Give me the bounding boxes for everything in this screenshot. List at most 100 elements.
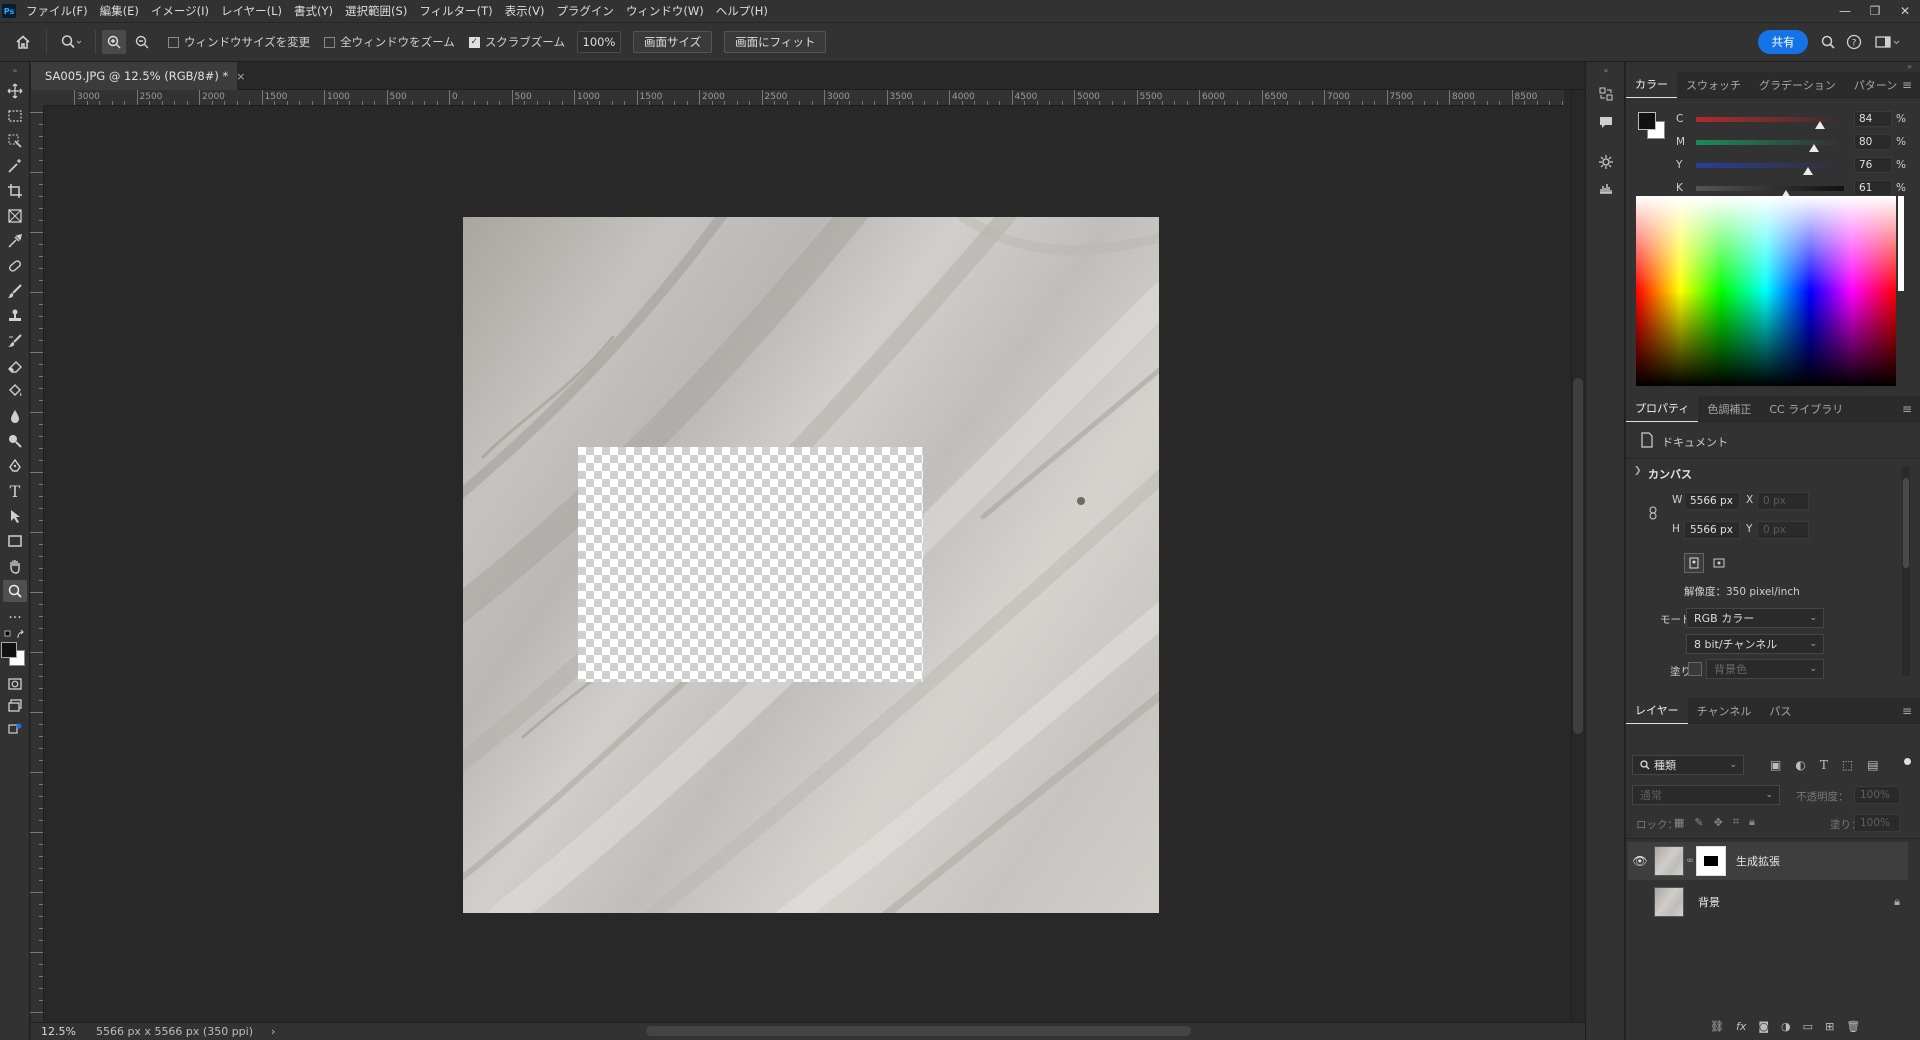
- x-field[interactable]: 0 px: [1757, 492, 1809, 510]
- fill-opacity-field[interactable]: 100%: [1854, 814, 1900, 832]
- slider-track[interactable]: [1696, 185, 1844, 198]
- menu-image[interactable]: イメージ(I): [151, 3, 209, 19]
- spectrum-white-black-bar[interactable]: [1898, 196, 1904, 386]
- move-tool-icon[interactable]: [3, 80, 27, 102]
- tab-color[interactable]: カラー: [1626, 71, 1677, 98]
- comments-panel-icon[interactable]: [1596, 112, 1616, 132]
- frame-tool-icon[interactable]: [3, 205, 27, 227]
- delete-layer-icon[interactable]: 🗑︎: [1846, 1020, 1860, 1033]
- fit-screen-button[interactable]: 画面にフィット: [724, 31, 827, 53]
- document-tab[interactable]: SA005.JPG @ 12.5% (RGB/8#) * ×: [31, 62, 245, 90]
- eye-icon[interactable]: 👁︎: [1628, 854, 1652, 868]
- menu-type[interactable]: 書式(Y): [294, 3, 333, 19]
- tab-adjustments[interactable]: 色調補正: [1698, 396, 1760, 422]
- adjustments-panel-icon[interactable]: [1596, 152, 1616, 172]
- healing-brush-icon[interactable]: [3, 255, 27, 277]
- collapse-panels-icon[interactable]: »: [1907, 62, 1912, 71]
- collapse-strip-icon[interactable]: «: [1596, 66, 1616, 75]
- crop-tool-icon[interactable]: [3, 180, 27, 202]
- properties-scroll-thumb[interactable]: [1903, 478, 1909, 568]
- slider-track[interactable]: [1696, 139, 1844, 152]
- slider-thumb[interactable]: [1803, 166, 1814, 175]
- chevron-down-icon[interactable]: ❯: [1634, 466, 1642, 476]
- horizontal-scroll-thumb[interactable]: [646, 1026, 1191, 1036]
- marquee-tool-icon[interactable]: [3, 105, 27, 127]
- rectangle-tool-icon[interactable]: [3, 530, 27, 552]
- zoom-percent-field[interactable]: 100%: [576, 31, 621, 53]
- layer-filter-dropdown[interactable]: 種類 ⌄: [1632, 755, 1744, 775]
- tab-layers[interactable]: レイヤー: [1626, 697, 1688, 724]
- filter-toggle-icon[interactable]: [1904, 758, 1911, 765]
- eraser-icon[interactable]: [3, 355, 27, 377]
- slider-thumb[interactable]: [1815, 120, 1826, 129]
- zoom-in-icon[interactable]: [102, 30, 126, 54]
- lock-paint-icon[interactable]: ✎: [1694, 816, 1703, 829]
- slider-value-field[interactable]: 80: [1854, 134, 1892, 150]
- object-selection-tool-icon[interactable]: [3, 130, 27, 152]
- zoom-level[interactable]: 12.5%: [41, 1025, 76, 1038]
- opacity-field[interactable]: 100%: [1854, 786, 1900, 804]
- tab-paths[interactable]: パス: [1760, 698, 1800, 724]
- lock-artboard-icon[interactable]: ⌗: [1733, 815, 1739, 829]
- slider-value-field[interactable]: 61: [1854, 180, 1892, 196]
- document-canvas-marble-image[interactable]: [463, 217, 1159, 913]
- histogram-panel-icon[interactable]: [1596, 177, 1616, 197]
- slider-value-field[interactable]: 84: [1854, 111, 1892, 127]
- fill-color-swatch[interactable]: [1688, 662, 1702, 676]
- layer-name[interactable]: 生成拡張: [1736, 853, 1780, 869]
- mask-link-icon[interactable]: ∞: [1684, 856, 1696, 866]
- new-adjustment-icon[interactable]: ◑: [1781, 1020, 1791, 1033]
- width-field[interactable]: 5566 px: [1684, 492, 1740, 510]
- lock-all-icon[interactable]: 🔒︎: [1749, 815, 1755, 829]
- paint-bucket-icon[interactable]: [3, 380, 27, 402]
- height-field[interactable]: 5566 px: [1684, 521, 1740, 539]
- close-window-button[interactable]: ✕: [1890, 0, 1920, 22]
- quick-mask-icon[interactable]: [3, 673, 27, 695]
- layer-mask-thumbnail[interactable]: [1696, 846, 1726, 876]
- tab-properties[interactable]: プロパティ: [1626, 395, 1699, 422]
- landscape-orientation-icon[interactable]: [1709, 553, 1729, 573]
- zoom-tool-preset-icon[interactable]: [53, 30, 89, 54]
- resize-windows-checkbox[interactable]: ウィンドウサイズを変更: [168, 34, 310, 50]
- type-tool-icon[interactable]: T: [3, 480, 27, 502]
- vertical-scroll-thumb[interactable]: [1573, 378, 1583, 734]
- horizontal-ruler[interactable]: 3000 2500 2000 1500 1000 500 0 500 1000 1500 2000 2…: [44, 90, 1564, 106]
- layer-row-generative-expand[interactable]: 👁︎ ∞ 生成拡張: [1628, 842, 1908, 880]
- share-button[interactable]: 共有: [1758, 30, 1808, 54]
- screen-size-button[interactable]: 画面サイズ: [632, 31, 713, 53]
- menu-filter[interactable]: フィルター(T): [419, 3, 492, 19]
- dodge-tool-icon[interactable]: [3, 430, 27, 452]
- path-selection-icon[interactable]: [3, 505, 27, 527]
- layer-row-background[interactable]: 背景 🔒︎: [1628, 883, 1908, 921]
- menu-view[interactable]: 表示(V): [505, 3, 545, 19]
- history-panel-icon[interactable]: [1596, 84, 1616, 104]
- panel-menu-icon[interactable]: ≡: [1902, 78, 1912, 92]
- collapse-toolbar-icon[interactable]: »: [3, 66, 27, 75]
- help-icon[interactable]: ?: [1842, 30, 1866, 54]
- tab-channels[interactable]: チャンネル: [1688, 698, 1761, 724]
- panel-menu-icon[interactable]: ≡: [1902, 704, 1912, 718]
- tab-patterns[interactable]: パターン: [1845, 72, 1906, 98]
- ruler-origin[interactable]: [31, 90, 44, 106]
- slider-track[interactable]: [1696, 162, 1844, 175]
- shape-layer-filter-icon[interactable]: ⬚: [1842, 758, 1853, 772]
- new-layer-icon[interactable]: ⊞: [1825, 1020, 1834, 1033]
- y-field[interactable]: 0 px: [1757, 521, 1809, 539]
- more-tools-icon[interactable]: ···: [3, 607, 27, 629]
- fill-dropdown[interactable]: 背景色 ⌄: [1706, 659, 1824, 679]
- layer-style-icon[interactable]: fx: [1736, 1020, 1746, 1033]
- portrait-orientation-icon[interactable]: [1684, 553, 1704, 573]
- foreground-color-chip[interactable]: [1638, 112, 1656, 130]
- menu-edit[interactable]: 編集(E): [100, 3, 139, 19]
- eyedropper-icon[interactable]: [3, 230, 27, 252]
- status-menu-arrow[interactable]: ›: [271, 1025, 275, 1038]
- tab-cc-libraries[interactable]: CC ライブラリ: [1760, 396, 1852, 422]
- zoom-all-windows-checkbox[interactable]: 全ウィンドウをズーム: [324, 34, 455, 50]
- tab-gradients[interactable]: グラデーション: [1750, 72, 1845, 98]
- screen-mode-icon[interactable]: [3, 695, 27, 717]
- scrubby-zoom-checkbox[interactable]: ✓ スクラブズーム: [468, 34, 565, 50]
- color-spectrum[interactable]: [1636, 196, 1896, 386]
- slider-thumb[interactable]: [1809, 143, 1820, 152]
- add-mask-icon[interactable]: ◙: [1758, 1020, 1769, 1033]
- blend-mode-dropdown[interactable]: 通常 ⌄: [1632, 785, 1780, 805]
